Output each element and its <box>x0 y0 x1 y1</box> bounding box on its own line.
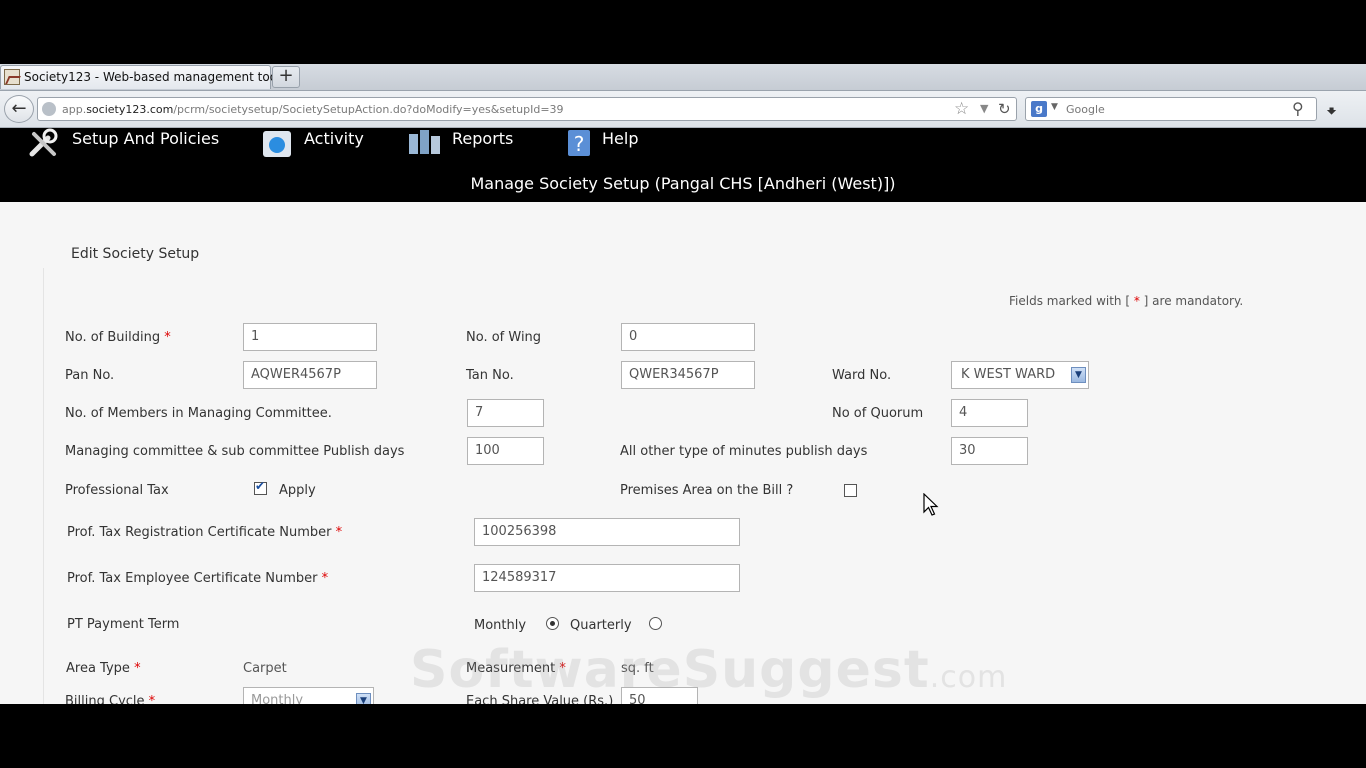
site-favicon-icon <box>4 69 20 85</box>
pt-term-quarterly-radio[interactable] <box>649 617 662 630</box>
no-of-wing-label: No. of Wing <box>466 330 542 345</box>
url-text: app.society123.com/pcrm/societysetup/Soc… <box>62 103 564 116</box>
no-of-building-field[interactable]: 1 <box>243 323 377 351</box>
chevron-down-icon: ▼ <box>1071 367 1086 383</box>
page-heading: Manage Society Setup (Pangal CHS [Andher… <box>470 174 896 193</box>
pt-term-monthly-radio[interactable] <box>546 617 559 630</box>
ward-select-value: K WEST WARD <box>961 367 1056 382</box>
reload-icon[interactable]: ↻ <box>998 100 1011 118</box>
prof-tax-checkbox[interactable]: ✔ <box>254 479 267 495</box>
search-bar[interactable]: g ▼ Google ⚲ <box>1025 97 1317 121</box>
pt-reg-label: Prof. Tax Registration Certificate Numbe… <box>67 525 343 540</box>
url-bar[interactable]: app.society123.com/pcrm/societysetup/Soc… <box>37 97 1017 121</box>
other-minutes-label: All other type of minutes publish days <box>620 444 868 459</box>
search-engine-dropdown-icon[interactable]: ▼ <box>1051 102 1058 112</box>
section-title: Edit Society Setup <box>71 246 200 262</box>
new-tab-button[interactable]: + <box>272 66 300 88</box>
pt-term-quarterly-label: Quarterly <box>570 618 632 633</box>
pan-label: Pan No. <box>65 368 115 383</box>
tan-field[interactable]: QWER34567P <box>621 361 755 389</box>
prof-tax-apply-label: Apply <box>279 483 316 498</box>
panel-border <box>43 268 44 704</box>
back-button[interactable]: ← <box>4 95 34 123</box>
browser-tab[interactable]: Society123 - Web-based management tool f… <box>0 65 299 89</box>
radio-dot-icon <box>550 621 555 626</box>
pan-field[interactable]: AQWER4567P <box>243 361 377 389</box>
google-icon[interactable]: g <box>1031 101 1047 117</box>
ward-select[interactable]: K WEST WARD ▼ <box>951 361 1089 389</box>
download-icon[interactable]: 🠻 <box>1326 99 1337 129</box>
help-icon: ? <box>568 130 590 156</box>
pt-term-label: PT Payment Term <box>67 617 180 632</box>
area-type-label: Area Type * <box>66 661 141 676</box>
site-identity-icon[interactable] <box>42 102 56 116</box>
reports-icon <box>409 130 440 154</box>
members-field[interactable]: 7 <box>467 399 544 427</box>
members-label: No. of Members in Managing Committee. <box>65 406 332 421</box>
watermark: SoftwareSuggest.com <box>410 640 1008 700</box>
tools-icon <box>29 128 58 157</box>
pt-emp-label: Prof. Tax Employee Certificate Number * <box>67 571 329 586</box>
globe-icon <box>263 131 291 157</box>
mouse-cursor-icon <box>923 493 939 516</box>
no-of-building-label: No. of Building * <box>65 330 171 345</box>
pt-term-monthly-label: Monthly <box>474 618 527 633</box>
check-icon: ✔ <box>255 479 266 493</box>
quorum-label: No of Quorum <box>832 406 924 421</box>
url-dropdown-icon[interactable]: ▼ <box>980 102 988 115</box>
search-icon[interactable]: ⚲ <box>1292 99 1304 118</box>
prof-tax-label: Professional Tax <box>65 483 169 498</box>
premises-label: Premises Area on the Bill ? <box>620 483 794 498</box>
pt-emp-field[interactable]: 124589317 <box>474 564 740 592</box>
svg-text:?: ? <box>574 132 585 156</box>
ward-label: Ward No. <box>832 368 892 383</box>
bookmark-star-icon[interactable]: ☆ <box>954 99 969 119</box>
tan-label: Tan No. <box>466 368 514 383</box>
other-minutes-field[interactable]: 30 <box>951 437 1028 465</box>
letterbox-bottom <box>0 704 1366 768</box>
back-arrow-icon: ← <box>11 98 27 119</box>
area-type-value: Carpet <box>243 661 287 676</box>
mandatory-note: Fields marked with [ * ] are mandatory. <box>1009 294 1244 308</box>
search-input[interactable]: Google <box>1066 103 1105 116</box>
pt-reg-field[interactable]: 100256398 <box>474 518 740 546</box>
publish-days-label: Managing committee & sub committee Publi… <box>65 444 405 459</box>
tab-title: Society123 - Web-based management tool f… <box>24 70 300 84</box>
premises-checkbox[interactable] <box>844 484 857 497</box>
publish-days-field[interactable]: 100 <box>467 437 544 465</box>
no-of-wing-field[interactable]: 0 <box>621 323 755 351</box>
quorum-field[interactable]: 4 <box>951 399 1028 427</box>
